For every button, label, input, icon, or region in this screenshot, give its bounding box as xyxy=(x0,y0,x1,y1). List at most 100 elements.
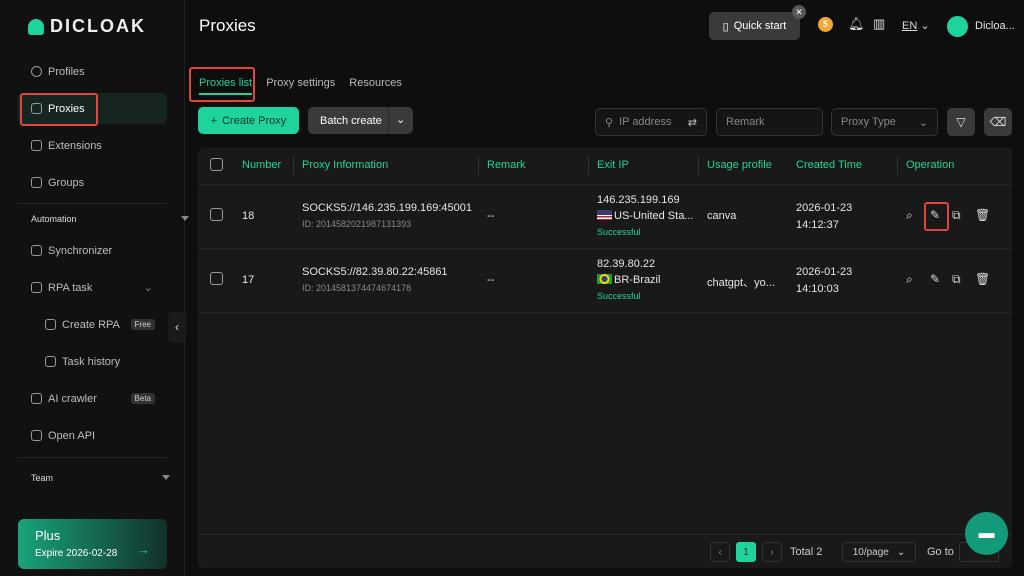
batch-create-button[interactable]: Batch create ⌄ xyxy=(308,107,413,134)
us-flag-icon xyxy=(597,210,612,220)
next-page-button[interactable]: › xyxy=(762,542,782,562)
document-icon xyxy=(45,356,56,367)
proxy-address: SOCKS5://82.39.80.22:45861 xyxy=(302,266,448,278)
broom-icon: ⌫ xyxy=(989,115,1007,129)
book-open-icon[interactable]: ▥ xyxy=(873,16,885,32)
prev-page-button[interactable]: ‹ xyxy=(710,542,730,562)
column-divider xyxy=(897,157,898,175)
proxy-id: ID: 2014582021987131393 xyxy=(302,219,412,229)
status: Successful xyxy=(597,227,641,237)
free-badge: Free xyxy=(130,319,155,330)
book-icon: ▯ xyxy=(722,20,729,33)
chevron-down-icon: ⌄ xyxy=(396,114,406,126)
sidebar-item-groups[interactable]: Groups xyxy=(18,167,167,198)
logo-icon xyxy=(28,18,44,35)
created-date: 2026-01-23 xyxy=(796,202,853,214)
select-all-checkbox[interactable] xyxy=(210,158,223,171)
search-icon: ⚲ xyxy=(605,116,614,129)
exit-ip: 146.235.199.169 xyxy=(597,194,680,206)
copy-icon[interactable]: ⧉ xyxy=(952,208,961,223)
chat-icon: ▬ xyxy=(978,525,995,542)
usage-profile: canva xyxy=(707,210,737,222)
user-name[interactable]: Dicloa... xyxy=(975,20,1015,32)
chat-support-button[interactable]: ▬ xyxy=(965,512,1008,555)
plus-icon: + xyxy=(210,114,218,127)
plan-card[interactable]: Plus Expire 2026-02-28 → xyxy=(18,519,167,569)
delete-icon[interactable]: 🗑︎ xyxy=(975,272,990,286)
column-divider xyxy=(588,157,589,175)
divider xyxy=(18,457,167,458)
close-icon[interactable]: ✕ xyxy=(792,5,806,19)
sidebar-item-task-history[interactable]: Task history xyxy=(18,346,167,377)
arrow-right-icon: → xyxy=(137,542,150,557)
highlight-box xyxy=(189,67,255,102)
remark: -- xyxy=(487,210,495,222)
sidebar-item-rpa-task[interactable]: RPA task ⌄ xyxy=(18,272,167,303)
sidebar-item-create-rpa[interactable]: Create RPA Free xyxy=(18,309,167,340)
created-time: 14:10:03 xyxy=(796,283,839,295)
language-select[interactable]: EN ⌄ xyxy=(902,19,930,32)
column-header-exit-ip[interactable]: Exit IP xyxy=(597,159,629,171)
sidebar-item-open-api[interactable]: Open API xyxy=(18,420,167,451)
store-icon xyxy=(45,319,56,330)
section-team[interactable]: Team xyxy=(31,473,171,483)
highlight-box xyxy=(924,202,949,231)
remark-input[interactable]: Remark xyxy=(716,108,823,136)
section-automation[interactable]: Automation xyxy=(31,214,189,224)
logo: DICLOAK xyxy=(28,16,146,37)
divider xyxy=(18,203,167,204)
swap-icon[interactable]: ⇄ xyxy=(688,116,697,129)
edit-icon[interactable]: ✎ xyxy=(930,272,940,286)
row-number: 17 xyxy=(242,274,255,286)
column-header-operation[interactable]: Operation xyxy=(906,159,954,171)
sidebar-item-extensions[interactable]: Extensions xyxy=(18,130,167,161)
column-header-remark[interactable]: Remark xyxy=(487,159,526,171)
quick-start-button[interactable]: ▯ Quick start xyxy=(709,12,800,40)
ip-address-input[interactable]: ⚲ IP address ⇄ xyxy=(595,108,707,136)
chevron-down-icon: ⌄ xyxy=(143,282,153,294)
sidebar: DICLOAK Profiles Proxies Extensions Grou… xyxy=(0,0,189,576)
coin-icon[interactable]: $ xyxy=(818,17,833,32)
sidebar-item-synchronizer[interactable]: Synchronizer xyxy=(18,235,167,266)
chevron-down-icon: ⌄ xyxy=(896,546,906,558)
command-icon xyxy=(31,140,42,151)
sidebar-item-ai-crawler[interactable]: AI crawler Beta xyxy=(18,383,167,414)
column-header-created-time[interactable]: Created Time xyxy=(796,159,862,171)
column-header-number[interactable]: Number xyxy=(242,159,281,171)
tab-resources[interactable]: Resources xyxy=(349,77,402,95)
sidebar-item-profiles[interactable]: Profiles xyxy=(18,56,167,87)
column-header-usage-profile[interactable]: Usage profile xyxy=(707,159,772,171)
page-size-select[interactable]: 10/page ⌄ xyxy=(842,542,916,562)
check-proxy-icon[interactable]: ⌕ xyxy=(906,272,913,287)
column-header-proxy-information[interactable]: Proxy Information xyxy=(302,159,388,171)
create-proxy-button[interactable]: + Create Proxy xyxy=(198,107,299,134)
filter-button[interactable]: ▽ xyxy=(947,108,975,136)
tab-proxy-settings[interactable]: Proxy settings xyxy=(266,77,335,95)
chrome-icon xyxy=(31,66,42,77)
filter-icon: ▽ xyxy=(956,115,966,129)
page-1-button[interactable]: 1 xyxy=(736,542,756,562)
row-checkbox[interactable] xyxy=(210,272,223,285)
created-date: 2026-01-23 xyxy=(796,266,853,278)
chevron-down-icon: ⌄ xyxy=(920,20,930,32)
country: BR-Brazil xyxy=(597,274,660,286)
bell-icon[interactable]: 🔔︎ xyxy=(848,16,865,32)
delete-icon[interactable]: 🗑︎ xyxy=(975,208,990,222)
copy-icon[interactable]: ⧉ xyxy=(952,272,961,287)
clear-button[interactable]: ⌫ xyxy=(984,108,1012,136)
column-divider xyxy=(293,157,294,175)
caret-down-icon xyxy=(162,475,171,480)
divider xyxy=(198,312,1012,313)
br-flag-icon xyxy=(597,274,612,284)
synchronizer-icon xyxy=(31,245,42,256)
beta-badge: Beta xyxy=(130,393,155,404)
created-time: 14:12:37 xyxy=(796,219,839,231)
row-number: 18 xyxy=(242,210,255,222)
collapse-sidebar-button[interactable]: ‹ xyxy=(168,312,186,343)
proxy-type-select[interactable]: Proxy Type ⌄ xyxy=(831,108,938,136)
caret-down-icon xyxy=(180,216,189,221)
groups-icon xyxy=(31,177,42,188)
avatar[interactable] xyxy=(947,16,968,37)
row-checkbox[interactable] xyxy=(210,208,223,221)
check-proxy-icon[interactable]: ⌕ xyxy=(906,208,913,223)
